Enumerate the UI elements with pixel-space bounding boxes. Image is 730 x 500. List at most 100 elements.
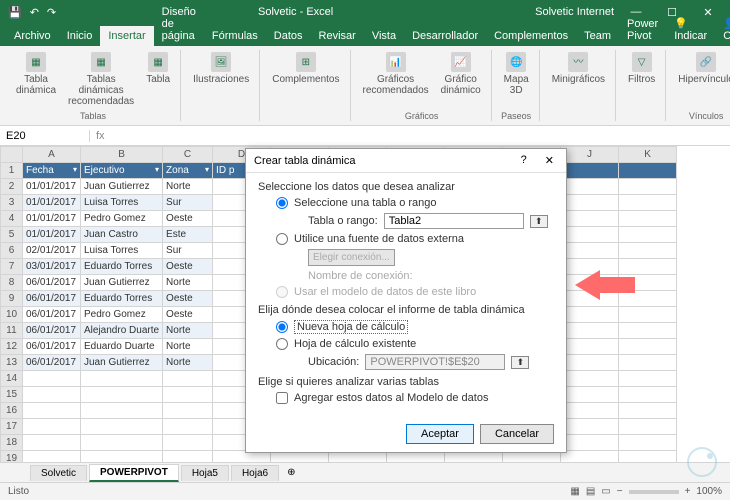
row-header[interactable]: 1 <box>1 163 23 179</box>
cell[interactable] <box>163 387 213 403</box>
addins-button[interactable]: ⊞Complementos <box>268 50 343 87</box>
cell[interactable]: 01/01/2017 <box>23 211 81 227</box>
tab-team[interactable]: Team <box>576 26 619 46</box>
tab-archivo[interactable]: Archivo <box>6 26 59 46</box>
zoom-out-button[interactable]: − <box>617 486 623 497</box>
table-button[interactable]: ▦Tabla <box>142 50 174 109</box>
cell[interactable]: Eduardo Duarte <box>81 339 163 355</box>
cell[interactable]: Juan Gutierrez <box>81 179 163 195</box>
view-break-icon[interactable]: ▭ <box>601 486 610 497</box>
cell[interactable] <box>561 323 619 339</box>
row-header[interactable]: 11 <box>1 323 23 339</box>
zoom-in-button[interactable]: + <box>685 486 691 497</box>
cell[interactable]: Este <box>163 227 213 243</box>
col-header[interactable]: B <box>81 147 163 163</box>
cell[interactable]: Oeste <box>163 291 213 307</box>
range-picker-button[interactable]: ⬆ <box>530 215 548 228</box>
row-header[interactable]: 10 <box>1 307 23 323</box>
row-header[interactable]: 17 <box>1 419 23 435</box>
row-header[interactable]: 8 <box>1 275 23 291</box>
row-header[interactable]: 15 <box>1 387 23 403</box>
cell[interactable]: Luisa Torres <box>81 243 163 259</box>
cell[interactable] <box>561 355 619 371</box>
cell[interactable] <box>561 243 619 259</box>
cell[interactable] <box>23 387 81 403</box>
tab-complementos[interactable]: Complementos <box>486 26 576 46</box>
map3d-button[interactable]: 🌐Mapa 3D <box>500 50 533 98</box>
dialog-close-button[interactable]: ✕ <box>541 154 558 167</box>
cell[interactable] <box>561 307 619 323</box>
tab-desarrollador[interactable]: Desarrollador <box>404 26 486 46</box>
cell[interactable]: Juan Castro <box>81 227 163 243</box>
row-header[interactable]: 2 <box>1 179 23 195</box>
sheet-tab-solvetic[interactable]: Solvetic <box>30 465 87 481</box>
row-header[interactable]: 7 <box>1 259 23 275</box>
filters-button[interactable]: ▽Filtros <box>624 50 659 87</box>
cell[interactable] <box>81 435 163 451</box>
cell[interactable] <box>561 339 619 355</box>
cell[interactable]: Pedro Gomez <box>81 307 163 323</box>
illustrations-button[interactable]: 🖼Ilustraciones <box>189 50 253 87</box>
cell[interactable]: Oeste <box>163 259 213 275</box>
view-layout-icon[interactable]: ▤ <box>586 486 595 497</box>
pivot-chart-button[interactable]: 📈Gráfico dinámico <box>437 50 485 98</box>
tab-formulas[interactable]: Fórmulas <box>204 26 266 46</box>
cell[interactable] <box>619 403 677 419</box>
cell[interactable] <box>619 419 677 435</box>
cell[interactable] <box>163 403 213 419</box>
cell[interactable] <box>81 419 163 435</box>
row-header[interactable]: 18 <box>1 435 23 451</box>
cell[interactable]: 03/01/2017 <box>23 259 81 275</box>
cell[interactable] <box>561 211 619 227</box>
cell[interactable]: Norte <box>163 339 213 355</box>
cell[interactable] <box>23 435 81 451</box>
sheet-tab-powerpivot[interactable]: POWERPIVOT <box>89 464 179 482</box>
cell[interactable] <box>81 371 163 387</box>
tab-powerpivot[interactable]: Power Pivot <box>619 14 666 46</box>
cell[interactable] <box>163 371 213 387</box>
radio-external[interactable] <box>276 233 288 245</box>
col-header[interactable]: A <box>23 147 81 163</box>
cell[interactable] <box>81 403 163 419</box>
tab-inicio[interactable]: Inicio <box>59 26 101 46</box>
sheet-tab-hoja5[interactable]: Hoja5 <box>181 465 229 481</box>
cell[interactable]: Oeste <box>163 307 213 323</box>
view-normal-icon[interactable]: ▦ <box>570 486 579 497</box>
location-picker-button[interactable]: ⬆ <box>511 356 529 369</box>
cell[interactable]: Eduardo Torres <box>81 259 163 275</box>
row-header[interactable]: 3 <box>1 195 23 211</box>
col-header[interactable]: K <box>619 147 677 163</box>
ok-button[interactable]: Aceptar <box>406 424 474 444</box>
tell-me[interactable]: 💡 Indicar <box>666 13 715 46</box>
table-header-cell[interactable] <box>619 163 677 179</box>
cell[interactable]: Norte <box>163 355 213 371</box>
cell[interactable] <box>619 211 677 227</box>
cell[interactable]: Oeste <box>163 211 213 227</box>
cell[interactable]: 06/01/2017 <box>23 291 81 307</box>
cell[interactable]: Juan Gutierrez <box>81 275 163 291</box>
table-header-cell[interactable]: Fecha▾ <box>23 163 81 179</box>
row-header[interactable]: 6 <box>1 243 23 259</box>
pivot-table-button[interactable]: ▦Tabla dinámica <box>12 50 60 109</box>
redo-icon[interactable]: ↷ <box>47 6 56 19</box>
recommended-pivot-button[interactable]: ▦Tablas dinámicas recomendadas <box>64 50 138 109</box>
cell[interactable] <box>561 435 619 451</box>
check-add-model[interactable] <box>276 392 288 404</box>
cell[interactable] <box>23 419 81 435</box>
tab-vista[interactable]: Vista <box>364 26 404 46</box>
cell[interactable] <box>619 435 677 451</box>
tab-insertar[interactable]: Insertar <box>100 26 153 46</box>
row-header[interactable]: 9 <box>1 291 23 307</box>
cell[interactable] <box>561 387 619 403</box>
cell[interactable]: Norte <box>163 275 213 291</box>
cell[interactable] <box>81 387 163 403</box>
cell[interactable] <box>619 195 677 211</box>
cell[interactable]: Luisa Torres <box>81 195 163 211</box>
cell[interactable]: 01/01/2017 <box>23 227 81 243</box>
hyperlink-button[interactable]: 🔗Hipervínculo <box>674 50 730 87</box>
radio-new-sheet[interactable] <box>276 321 288 333</box>
radio-existing-sheet[interactable] <box>276 338 288 350</box>
sheet-tab-hoja6[interactable]: Hoja6 <box>231 465 279 481</box>
zoom-slider[interactable] <box>629 490 679 494</box>
name-box[interactable]: E20 <box>0 130 90 142</box>
